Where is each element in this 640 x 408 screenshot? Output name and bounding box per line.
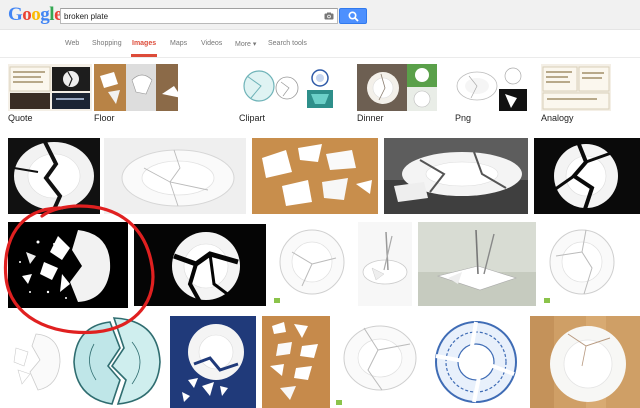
image-result[interactable] (8, 138, 100, 214)
search-button[interactable] (339, 8, 367, 24)
tab-web[interactable]: Web (65, 40, 79, 47)
logo-letter: o (31, 4, 41, 25)
active-tab-indicator (131, 54, 157, 57)
image-result[interactable] (384, 138, 528, 214)
tab-videos[interactable]: Videos (201, 40, 222, 47)
search-input[interactable] (64, 10, 316, 23)
tab-maps[interactable]: Maps (170, 40, 187, 47)
image-result[interactable] (170, 316, 256, 408)
suggestion-thumbnail (357, 64, 437, 111)
search-box (60, 8, 338, 24)
logo-letter: g (40, 4, 50, 25)
suggestion-label: Dinner (357, 113, 384, 123)
suggestion-analogy[interactable]: Analogy (541, 64, 625, 123)
image-result[interactable] (334, 314, 422, 408)
google-image-results-page: Google Web Shopping Images Maps Videos M… (0, 0, 640, 408)
suggestion-quote[interactable]: Quote (8, 64, 92, 123)
suggestion-label: Analogy (541, 113, 574, 123)
image-result[interactable] (252, 138, 378, 214)
tab-more[interactable]: More ▾ (235, 40, 256, 48)
image-result[interactable] (530, 316, 640, 408)
image-result[interactable] (272, 222, 352, 306)
image-result[interactable] (8, 222, 128, 308)
suggestion-thumbnail (541, 64, 611, 111)
camera-icon[interactable] (324, 12, 334, 20)
image-result[interactable] (428, 316, 524, 408)
google-logo[interactable]: Google (8, 5, 62, 25)
image-result[interactable] (418, 222, 536, 306)
suggestion-label: Quote (8, 113, 33, 123)
search-type-nav: Web Shopping Images Maps Videos More ▾ S… (0, 30, 640, 58)
image-result[interactable] (8, 318, 66, 408)
image-result[interactable] (542, 222, 622, 306)
suggestion-label: Png (455, 113, 472, 123)
suggestion-thumbnail (94, 64, 178, 111)
image-result[interactable] (262, 316, 330, 408)
tab-images[interactable]: Images (132, 40, 156, 47)
tab-shopping[interactable]: Shopping (92, 40, 122, 47)
top-bar: Google (0, 0, 640, 30)
suggestion-label: Floor (94, 113, 115, 123)
suggestion-clipart[interactable]: Clipart (239, 64, 339, 123)
suggestion-label: Clipart (239, 113, 266, 123)
image-result[interactable] (358, 222, 412, 306)
logo-letter: o (22, 4, 32, 25)
suggestion-dinner[interactable]: Dinner (357, 64, 441, 123)
suggestion-thumbnail (239, 64, 339, 111)
tab-search-tools[interactable]: Search tools (268, 40, 307, 47)
image-result[interactable] (134, 224, 266, 306)
image-result[interactable] (534, 138, 640, 214)
search-icon (348, 11, 359, 22)
image-result[interactable] (104, 138, 246, 214)
suggestion-floor[interactable]: Floor (94, 64, 178, 123)
suggestion-thumbnail (8, 64, 92, 111)
image-result[interactable] (70, 314, 164, 408)
suggestion-thumbnail (455, 64, 527, 111)
logo-letter: G (8, 4, 23, 25)
suggestion-png[interactable]: Png (455, 64, 539, 123)
